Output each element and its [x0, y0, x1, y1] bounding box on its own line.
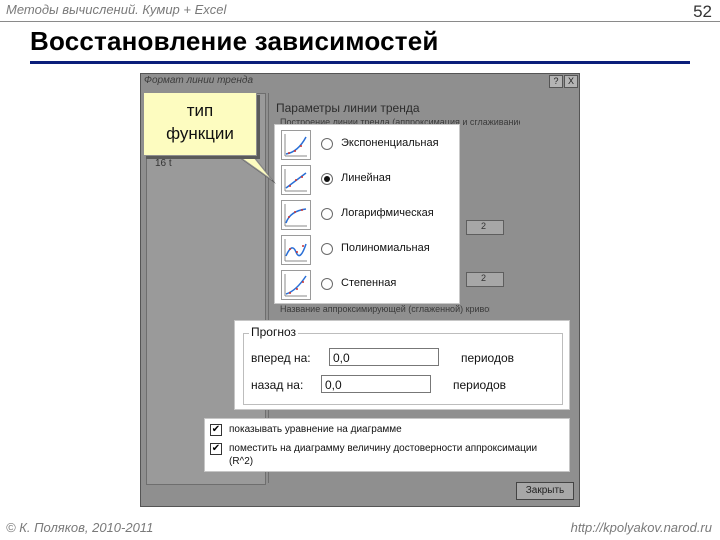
logarithmic-radio[interactable]	[321, 208, 333, 220]
period-spinner-value: 2	[481, 273, 487, 283]
dialog-title: Формат линии тренда	[144, 75, 254, 86]
exponential-chart-icon	[281, 130, 311, 160]
polynomial-label: Полиномиальная	[341, 242, 430, 254]
title-underline	[30, 61, 690, 64]
close-button[interactable]: Закрыть	[516, 482, 574, 500]
trend-type-power[interactable]: Степенная	[275, 267, 459, 301]
callout-line-1: тип	[186, 101, 214, 120]
forecast-title: Прогноз	[249, 325, 299, 339]
forward-input[interactable]: 0,0	[329, 348, 439, 366]
linear-label: Линейная	[341, 172, 391, 184]
logarithmic-chart-icon	[281, 200, 311, 230]
power-label: Степенная	[341, 277, 397, 289]
linear-radio[interactable]	[321, 173, 333, 185]
logarithmic-label: Логарифмическая	[341, 207, 434, 219]
slide-title: Восстановление зависимостей	[30, 26, 439, 56]
show-equation-checkbox[interactable]: ✔	[210, 424, 222, 436]
trend-type-linear[interactable]: Линейная	[275, 162, 459, 196]
footer-copyright: © К. Поляков, 2010-2011	[6, 520, 154, 535]
power-radio[interactable]	[321, 278, 333, 290]
order-spinner-value: 2	[481, 221, 487, 231]
function-type-callout: тип функции	[143, 92, 257, 156]
power-chart-icon	[281, 270, 311, 300]
trend-type-exponential[interactable]: Экспоненциальная	[275, 127, 459, 161]
order-spinner[interactable]: 2	[466, 220, 504, 235]
show-r2-label: поместить на диаграмму величину достовер…	[229, 443, 538, 454]
polynomial-chart-icon	[281, 235, 311, 265]
forecast-group: Прогноз вперед на: 0,0 периодов назад на…	[234, 320, 570, 410]
help-button[interactable]: ?	[549, 75, 563, 88]
exponential-radio[interactable]	[321, 138, 333, 150]
polynomial-radio[interactable]	[321, 243, 333, 255]
show-r2-checkbox[interactable]: ✔	[210, 443, 222, 455]
display-options-group: ✔ показывать уравнение на диаграмме ✔ по…	[204, 418, 570, 472]
footer-url[interactable]: http://kpolyakov.narod.ru	[571, 520, 712, 535]
header-divider	[0, 21, 720, 22]
name-section-title: Название аппроксимирующей (сглаженной) к…	[280, 304, 490, 314]
section-title: Параметры линии тренда	[276, 101, 420, 115]
backward-label: назад на:	[251, 378, 304, 392]
trend-type-logarithmic[interactable]: Логарифмическая	[275, 197, 459, 231]
forward-label: вперед на:	[251, 351, 311, 365]
linear-chart-icon	[281, 165, 311, 195]
backward-unit: периодов	[453, 378, 507, 392]
trend-type-polynomial[interactable]: Полиномиальная	[275, 232, 459, 266]
backward-input[interactable]: 0,0	[321, 375, 431, 393]
exponential-label: Экспоненциальная	[341, 137, 439, 149]
period-spinner[interactable]: 2	[466, 272, 504, 287]
show-r2-label-suffix: (R^2)	[229, 456, 254, 467]
callout-line-2: функции	[166, 124, 234, 143]
header-left-text: Методы вычислений. Кумир + Excel	[6, 2, 227, 17]
close-x-button[interactable]: X	[564, 75, 578, 88]
page-number: 52	[693, 2, 712, 21]
left-pane-value: 16 t	[155, 158, 172, 169]
forward-unit: периодов	[461, 351, 515, 365]
trend-type-list: Экспоненциальная Линейная Логарифмическа…	[274, 124, 460, 304]
show-equation-label: показывать уравнение на диаграмме	[229, 424, 402, 435]
forecast-frame	[243, 333, 563, 405]
